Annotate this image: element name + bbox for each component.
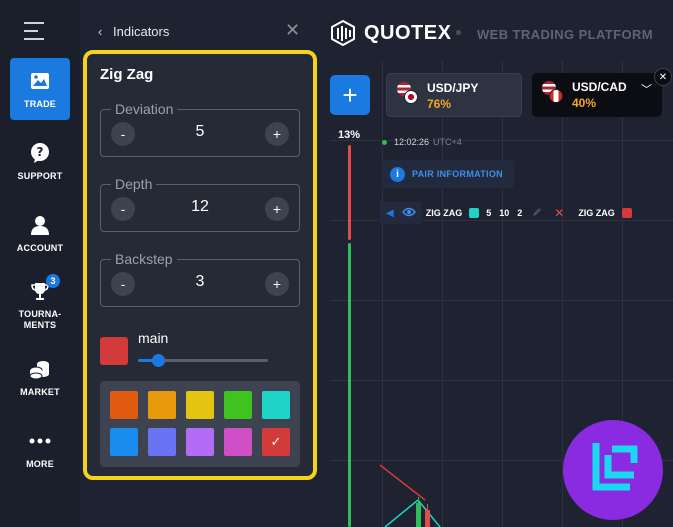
slider-handle[interactable] bbox=[151, 354, 165, 367]
line-color-swatch[interactable] bbox=[100, 337, 128, 365]
live-dot-icon bbox=[382, 139, 387, 145]
indicator-row-name: ZIG ZAG bbox=[425, 208, 463, 218]
sentiment-percent: 13% bbox=[338, 129, 361, 141]
deviation-minus-button[interactable]: - bbox=[111, 122, 135, 146]
tournaments-badge: 3 bbox=[46, 274, 60, 288]
quotex-logo: QUOTEX bbox=[330, 20, 451, 46]
separator-dot bbox=[456, 30, 461, 35]
left-nav: TRADE ? SUPPORT ACCOUNT 3 TOURNA- MENTS … bbox=[0, 0, 80, 527]
asset-name: USD/JPY bbox=[427, 81, 479, 95]
nav-account-label: ACCOUNT bbox=[16, 242, 64, 253]
depth-value[interactable]: 12 bbox=[141, 198, 259, 216]
server-clock: 12:02:26 UTC+4 bbox=[382, 137, 462, 147]
pair-information-button[interactable]: i PAIR INFORMATION bbox=[382, 160, 514, 188]
backstep-field: Backstep - 3 + bbox=[100, 251, 300, 307]
indicator-param-deviation: 5 bbox=[486, 208, 492, 218]
backstep-value[interactable]: 3 bbox=[141, 273, 259, 291]
nav-account[interactable]: ACCOUNT bbox=[10, 202, 70, 264]
palette-color-9[interactable] bbox=[224, 428, 252, 456]
asset-tab-usdcad[interactable]: USD/CAD 40% ﹀ bbox=[532, 73, 662, 117]
palette-color-5[interactable] bbox=[262, 391, 290, 419]
indicator-color-square bbox=[469, 208, 480, 218]
indicator-color-square-2 bbox=[621, 208, 632, 218]
nav-market[interactable]: MARKET bbox=[10, 346, 70, 408]
indicators-title[interactable]: Indicators bbox=[113, 24, 169, 39]
nav-tournaments-label: TOURNA- MENTS bbox=[18, 309, 62, 330]
depth-field: Depth - 12 + bbox=[100, 176, 300, 232]
zigzag-settings: Zig Zag Deviation - 5 + Depth - 12 + Bac… bbox=[83, 50, 317, 480]
collapse-arrow-icon[interactable]: ◀ bbox=[386, 208, 394, 219]
svg-text:?: ? bbox=[37, 145, 44, 159]
nav-trade[interactable]: TRADE bbox=[10, 58, 70, 120]
brand-name: QUOTEX bbox=[364, 21, 452, 44]
nav-market-label: MARKET bbox=[20, 386, 60, 397]
pair-information-label: PAIR INFORMATION bbox=[412, 169, 503, 179]
user-icon bbox=[28, 213, 52, 237]
depth-minus-button[interactable]: - bbox=[111, 197, 135, 221]
asset-payout: 76% bbox=[427, 97, 452, 111]
palette-color-1[interactable] bbox=[110, 391, 138, 419]
indicator-row-name-2: ZIG ZAG bbox=[578, 208, 615, 218]
chevron-down-icon[interactable]: ﹀ bbox=[641, 81, 652, 97]
color-palette: ✓ bbox=[100, 381, 300, 467]
palette-color-8[interactable] bbox=[186, 428, 214, 456]
coins-icon bbox=[28, 357, 52, 381]
more-dots-icon bbox=[28, 429, 52, 453]
clock-timezone: UTC+4 bbox=[433, 137, 462, 147]
deviation-field: Deviation - 5 + bbox=[100, 101, 300, 157]
quotex-logo-icon bbox=[331, 20, 355, 46]
asset-payout: 40% bbox=[572, 96, 597, 110]
line-label: main bbox=[138, 330, 169, 346]
line-width-slider[interactable] bbox=[138, 354, 268, 367]
backstep-plus-button[interactable]: + bbox=[265, 272, 289, 296]
trophy-icon: 3 bbox=[28, 274, 60, 303]
indicator-param-backstep: 2 bbox=[517, 208, 523, 218]
palette-color-4[interactable] bbox=[224, 391, 252, 419]
add-chart-button[interactable]: + bbox=[330, 75, 370, 115]
palette-color-3[interactable] bbox=[186, 391, 214, 419]
back-chevron-icon[interactable]: ‹ bbox=[98, 24, 102, 39]
question-bubble-icon: ? bbox=[28, 141, 52, 165]
indicator-toolbar: ◀ bbox=[380, 202, 422, 224]
palette-color-7[interactable] bbox=[148, 428, 176, 456]
palette-color-10[interactable]: ✓ bbox=[262, 428, 290, 456]
palette-color-2[interactable] bbox=[148, 391, 176, 419]
visibility-eye-icon[interactable] bbox=[401, 204, 416, 222]
close-icon[interactable]: ✕ bbox=[285, 20, 300, 41]
deviation-value[interactable]: 5 bbox=[141, 123, 259, 141]
clock-time: 12:02:26 bbox=[394, 137, 430, 147]
nav-more[interactable]: MORE bbox=[10, 418, 70, 480]
nav-tournaments[interactable]: 3 TOURNA- MENTS bbox=[10, 272, 70, 338]
usd-cad-flag-icon bbox=[542, 81, 564, 103]
remove-x-icon[interactable]: ✕ bbox=[554, 206, 564, 220]
indicator-name: Zig Zag bbox=[100, 66, 154, 83]
deviation-plus-button[interactable]: + bbox=[265, 122, 289, 146]
nav-support-label: SUPPORT bbox=[17, 170, 63, 181]
nav-support[interactable]: ? SUPPORT bbox=[10, 130, 70, 192]
backstep-minus-button[interactable]: - bbox=[111, 272, 135, 296]
active-indicators-row: ◀ ZIG ZAG 5 10 2 ✕ ZIG ZAG bbox=[380, 202, 673, 224]
sentiment-down-bar bbox=[348, 145, 351, 240]
sentiment-up-bar bbox=[348, 243, 351, 527]
chart-image-icon bbox=[28, 69, 52, 93]
deviation-label: Deviation bbox=[111, 101, 178, 117]
nav-more-label: MORE bbox=[26, 458, 54, 469]
indicators-header: ‹ Indicators ✕ bbox=[80, 0, 320, 48]
depth-plus-button[interactable]: + bbox=[265, 197, 289, 221]
backstep-label: Backstep bbox=[111, 251, 177, 267]
palette-color-6[interactable] bbox=[110, 428, 138, 456]
asset-tab-usdjpy[interactable]: USD/JPY 76% bbox=[386, 73, 522, 117]
nav-trade-label: TRADE bbox=[24, 98, 56, 109]
edit-pencil-icon[interactable] bbox=[532, 204, 542, 222]
tab-close-icon[interactable]: ✕ bbox=[654, 68, 672, 86]
asset-name: USD/CAD bbox=[572, 80, 627, 94]
depth-label: Depth bbox=[111, 176, 157, 192]
menu-icon[interactable] bbox=[24, 22, 44, 46]
indicator-param-depth: 10 bbox=[499, 208, 510, 218]
platform-subtitle: WEB TRADING PLATFORM bbox=[477, 27, 654, 42]
watermark-logo bbox=[563, 420, 663, 520]
info-icon: i bbox=[390, 166, 405, 182]
usd-jpy-flag-icon bbox=[397, 82, 419, 104]
